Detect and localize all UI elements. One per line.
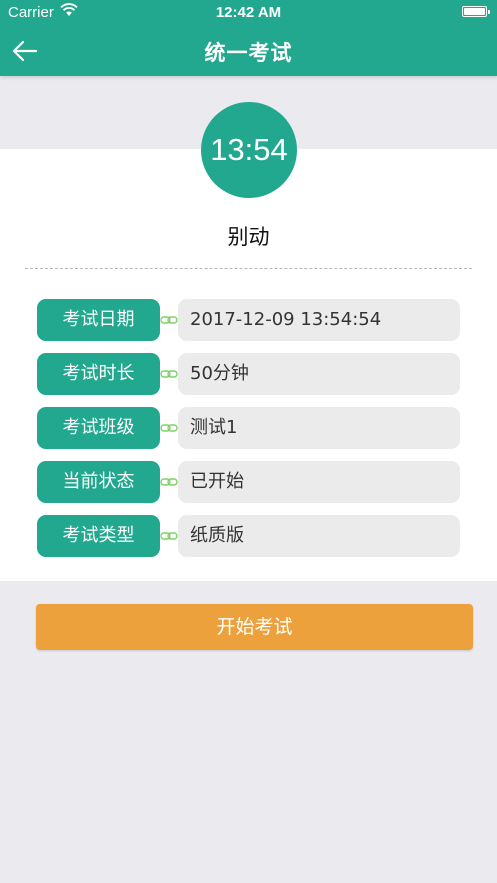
info-label: 考试类型	[37, 515, 160, 557]
info-value: 2017-12-09 13:54:54	[178, 299, 460, 341]
battery-icon	[462, 6, 490, 17]
dashed-divider	[25, 268, 472, 269]
info-row-exam-duration: 考试时长 50分钟	[37, 353, 460, 395]
link-icon	[160, 532, 178, 540]
countdown-timer: 13:54	[201, 102, 297, 198]
link-icon	[160, 316, 178, 324]
start-exam-button[interactable]: 开始考试	[36, 604, 473, 650]
info-label: 考试时长	[37, 353, 160, 395]
page-title: 统一考试	[204, 41, 293, 65]
info-label: 当前状态	[37, 461, 160, 503]
info-value: 测试1	[178, 407, 460, 449]
status-bar: Carrier 12:42 AM	[0, 0, 497, 26]
link-icon	[160, 478, 178, 486]
info-value: 50分钟	[178, 353, 460, 395]
navigation-bar: 统一考试	[0, 26, 497, 76]
info-row-exam-type: 考试类型 纸质版	[37, 515, 460, 557]
info-label: 考试日期	[37, 299, 160, 341]
info-value: 已开始	[178, 461, 460, 503]
link-icon	[160, 370, 178, 378]
timer-value: 13:54	[210, 132, 288, 167]
info-row-current-status: 当前状态 已开始	[37, 461, 460, 503]
status-time: 12:42 AM	[215, 4, 282, 21]
link-icon	[160, 424, 178, 432]
timer-hint: 别动	[227, 225, 270, 249]
info-row-exam-class: 考试班级 测试1	[37, 407, 460, 449]
info-value: 纸质版	[178, 515, 460, 557]
info-label: 考试班级	[37, 407, 160, 449]
info-row-exam-date: 考试日期 2017-12-09 13:54:54	[37, 299, 460, 341]
